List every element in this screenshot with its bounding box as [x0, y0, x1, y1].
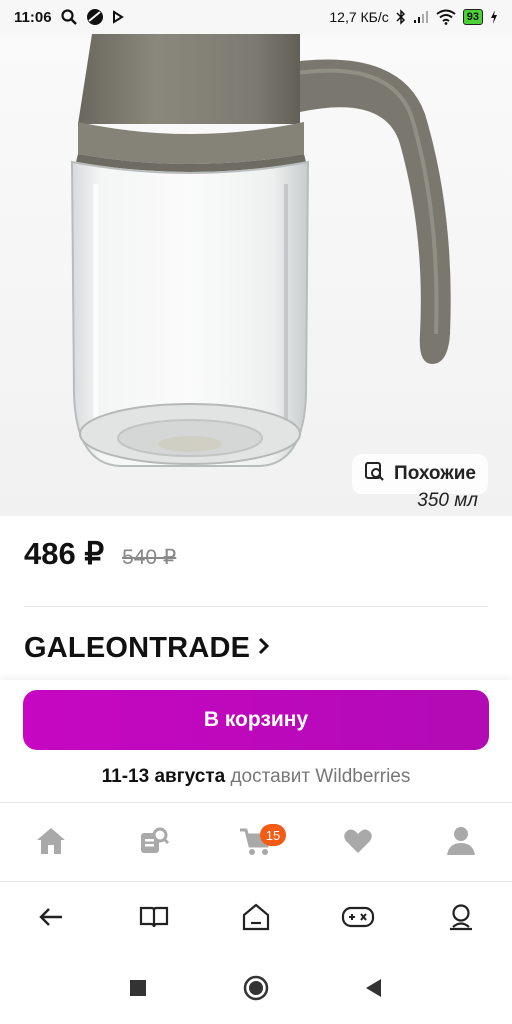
recent-apps-button[interactable] — [118, 971, 158, 1011]
battery-indicator: 93 — [462, 9, 483, 25]
delivery-dates: 11-13 августа — [101, 766, 226, 787]
add-to-cart-button[interactable]: В корзину — [23, 690, 489, 750]
browser-toolbar — [0, 881, 512, 957]
brand-link[interactable]: GALEONTRADE — [24, 632, 270, 665]
book-icon — [139, 905, 169, 934]
system-back-button[interactable] — [354, 971, 394, 1011]
home-button[interactable] — [236, 971, 276, 1011]
search-icon — [60, 8, 78, 26]
brand-name: GALEONTRADE — [24, 632, 251, 664]
clock: 11:06 — [14, 8, 52, 26]
charging-icon — [490, 10, 498, 24]
tab-profile[interactable] — [431, 813, 491, 873]
tab-favorites[interactable] — [328, 813, 388, 873]
cart-count-badge: 15 — [259, 824, 286, 846]
tab-catalog[interactable] — [124, 813, 184, 873]
vpn-icon — [86, 8, 104, 26]
network-speed: 12,7 КБ/с — [329, 9, 389, 25]
divider — [0, 802, 512, 803]
play-icon — [112, 10, 124, 24]
profile-icon — [446, 825, 476, 862]
gamepad-icon — [341, 905, 375, 934]
similar-label: Похожие — [394, 463, 476, 484]
status-bar: 11:06 12,7 КБ/с 93 — [0, 0, 512, 34]
delivery-info: 11-13 августа доставит Wildberries — [0, 766, 512, 788]
triangle-back-icon — [365, 978, 383, 1003]
tabs-button[interactable] — [226, 890, 286, 950]
price-row: 486 ₽ 540 ₽ — [24, 536, 176, 572]
back-arrow-icon — [38, 906, 64, 933]
games-button[interactable] — [328, 890, 388, 950]
wifi-icon — [436, 9, 456, 25]
square-icon — [129, 979, 147, 1002]
tab-cart[interactable]: 15 — [226, 813, 286, 873]
old-price: 540 ₽ — [122, 546, 177, 569]
divider — [24, 606, 488, 607]
home-tab-icon — [242, 903, 270, 936]
account-icon — [448, 903, 474, 936]
product-image[interactable]: Похожие 350 мл — [0, 34, 512, 516]
circle-icon — [243, 975, 269, 1006]
volume-caption: 350 мл — [417, 490, 478, 511]
tab-home[interactable] — [21, 813, 81, 873]
back-button[interactable] — [21, 890, 81, 950]
similar-products-button[interactable]: Похожие — [352, 454, 488, 494]
home-icon — [35, 826, 67, 861]
heart-icon — [343, 828, 373, 859]
bluetooth-icon — [396, 9, 406, 25]
similar-search-icon — [364, 461, 386, 487]
delivery-text: доставит Wildberries — [230, 766, 411, 787]
chevron-right-icon — [258, 636, 270, 661]
dispenser-bottle-image — [70, 34, 451, 467]
catalog-search-icon — [137, 825, 171, 862]
cart-panel: В корзину 11-13 августа доставит Wildber… — [0, 680, 512, 802]
app-tab-bar: 15 — [0, 805, 512, 881]
signal-icon — [413, 10, 429, 24]
bookmarks-button[interactable] — [124, 890, 184, 950]
current-price: 486 ₽ — [24, 536, 105, 571]
system-navigation-bar — [0, 957, 512, 1024]
account-button[interactable] — [431, 890, 491, 950]
